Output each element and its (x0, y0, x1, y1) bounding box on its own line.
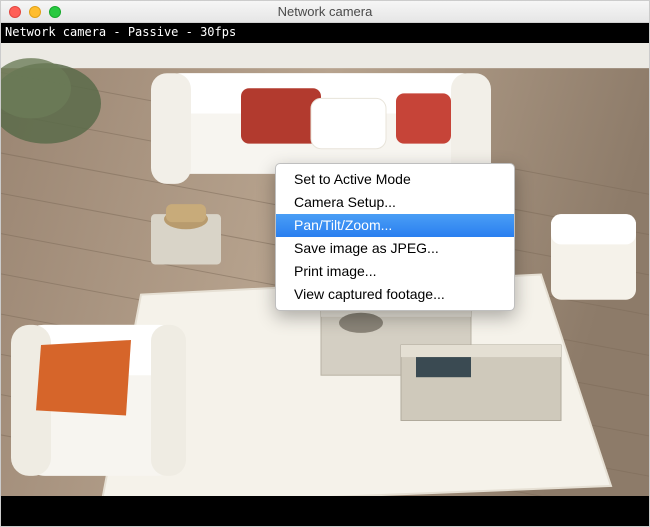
menu-item-print-image[interactable]: Print image... (276, 260, 514, 283)
minimize-button[interactable] (29, 6, 41, 18)
menu-item-active-mode[interactable]: Set to Active Mode (276, 168, 514, 191)
window-title: Network camera (1, 4, 649, 19)
menu-item-camera-setup[interactable]: Camera Setup... (276, 191, 514, 214)
traffic-lights (1, 6, 61, 18)
menu-item-view-footage[interactable]: View captured footage... (276, 283, 514, 306)
camera-status-overlay: Network camera - Passive - 30fps (5, 25, 236, 39)
video-viewport[interactable]: Network camera - Passive - 30fps (1, 23, 649, 526)
window-titlebar: Network camera (1, 1, 649, 23)
close-button[interactable] (9, 6, 21, 18)
maximize-button[interactable] (49, 6, 61, 18)
menu-item-save-jpeg[interactable]: Save image as JPEG... (276, 237, 514, 260)
menu-item-pan-tilt-zoom[interactable]: Pan/Tilt/Zoom... (276, 214, 514, 237)
context-menu: Set to Active Mode Camera Setup... Pan/T… (275, 163, 515, 311)
